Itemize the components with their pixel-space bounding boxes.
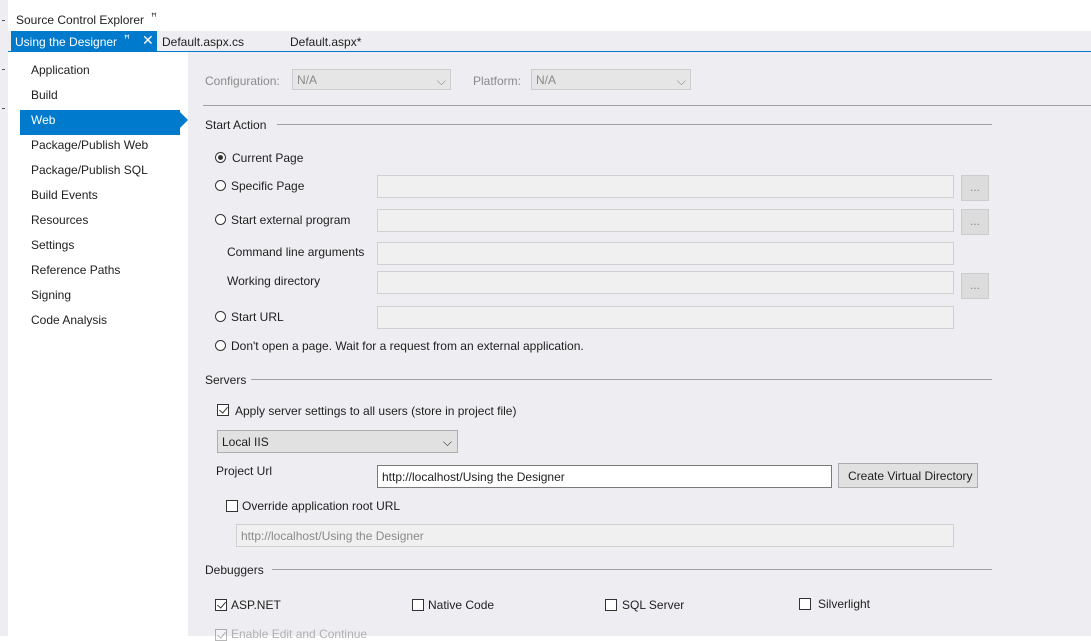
command-line-arguments-label: Command line arguments bbox=[227, 245, 365, 259]
platform-select[interactable]: N/A ⌵ bbox=[531, 69, 691, 90]
edit-continue-checkbox[interactable] bbox=[215, 629, 227, 641]
tab-default-aspx-cs[interactable]: Default.aspx.cs bbox=[162, 35, 244, 49]
rail-mark bbox=[2, 20, 5, 21]
chevron-down-icon: ⌵ bbox=[442, 435, 452, 449]
override-root-url-checkbox[interactable] bbox=[226, 500, 238, 512]
command-line-arguments-input[interactable] bbox=[377, 242, 954, 265]
nav-item-web[interactable]: Web bbox=[20, 110, 188, 135]
aspnet-label[interactable]: ASP.NET bbox=[231, 598, 281, 612]
external-program-browse-button[interactable]: ... bbox=[961, 209, 989, 235]
platform-label: Platform: bbox=[473, 74, 522, 88]
create-virtual-directory-button[interactable]: Create Virtual Directory bbox=[838, 463, 978, 488]
configuration-select[interactable]: N/A ⌵ bbox=[292, 69, 451, 90]
sql-server-label[interactable]: SQL Server bbox=[622, 598, 684, 612]
rail-mark bbox=[2, 108, 5, 109]
specific-page-radio[interactable] bbox=[215, 180, 226, 191]
configuration-label: Configuration: bbox=[205, 74, 280, 88]
silverlight-label[interactable]: Silverlight bbox=[818, 597, 870, 611]
nav-item-build-events[interactable]: Build Events bbox=[20, 185, 188, 210]
start-action-title: Start Action bbox=[205, 118, 267, 132]
specific-page-label[interactable]: Specific Page bbox=[231, 179, 304, 193]
working-directory-input[interactable] bbox=[377, 271, 954, 294]
project-url-label: Project Url bbox=[216, 464, 273, 478]
working-directory-browse-button[interactable]: ... bbox=[961, 273, 989, 299]
nav-item-application[interactable]: Application bbox=[20, 60, 188, 85]
nav-item-code-analysis[interactable]: Code Analysis bbox=[20, 310, 188, 335]
edit-continue-label[interactable]: Enable Edit and Continue bbox=[231, 627, 367, 641]
server-value: Local IIS bbox=[222, 435, 269, 449]
left-rail bbox=[0, 0, 8, 636]
working-directory-label: Working directory bbox=[227, 274, 321, 288]
current-page-radio[interactable] bbox=[215, 152, 226, 163]
apply-server-settings-checkbox[interactable] bbox=[217, 404, 229, 416]
current-page-label[interactable]: Current Page bbox=[232, 151, 303, 165]
tab-default-aspx[interactable]: Default.aspx* bbox=[290, 35, 361, 49]
pin-icon[interactable]: ꟸ bbox=[124, 34, 130, 45]
section-divider bbox=[277, 124, 992, 125]
native-code-label[interactable]: Native Code bbox=[428, 598, 494, 612]
dont-open-page-label[interactable]: Don't open a page. Wait for a request fr… bbox=[231, 339, 584, 353]
sql-server-checkbox[interactable] bbox=[605, 599, 617, 611]
debuggers-title: Debuggers bbox=[205, 563, 264, 577]
rail-mark bbox=[2, 69, 5, 70]
external-program-input[interactable] bbox=[377, 209, 954, 232]
nav-item-settings[interactable]: Settings bbox=[20, 235, 188, 260]
project-url-input[interactable]: http://localhost/Using the Designer bbox=[377, 465, 832, 488]
tab-label: Using the Designer bbox=[15, 35, 118, 49]
nav-item-signing[interactable]: Signing bbox=[20, 285, 188, 310]
apply-server-settings-label[interactable]: Apply server settings to all users (stor… bbox=[235, 404, 516, 418]
override-root-url-label[interactable]: Override application root URL bbox=[242, 499, 400, 513]
chevron-down-icon: ⌵ bbox=[436, 74, 446, 88]
property-page-nav: Application Build Web Package/Publish We… bbox=[20, 60, 188, 335]
nav-item-build[interactable]: Build bbox=[20, 85, 188, 110]
override-root-url-input[interactable]: http://localhost/Using the Designer bbox=[236, 524, 954, 547]
nav-item-reference-paths[interactable]: Reference Paths bbox=[20, 260, 188, 285]
pin-icon[interactable]: ꟸ bbox=[151, 12, 157, 23]
nav-item-resources[interactable]: Resources bbox=[20, 210, 188, 235]
silverlight-checkbox[interactable] bbox=[799, 598, 811, 610]
start-url-input[interactable] bbox=[377, 306, 954, 329]
native-code-checkbox[interactable] bbox=[412, 599, 424, 611]
start-external-program-label[interactable]: Start external program bbox=[231, 213, 350, 227]
section-divider bbox=[272, 569, 992, 570]
source-control-explorer-title[interactable]: Source Control Explorer bbox=[16, 13, 144, 27]
platform-value: N/A bbox=[536, 73, 557, 87]
dont-open-page-radio[interactable] bbox=[215, 340, 226, 351]
start-url-label[interactable]: Start URL bbox=[231, 310, 284, 324]
tab-using-the-designer[interactable]: Using the Designer ꟸ ✕ bbox=[11, 31, 157, 52]
start-external-program-radio[interactable] bbox=[215, 214, 226, 225]
close-icon[interactable]: ✕ bbox=[142, 32, 154, 49]
aspnet-checkbox[interactable] bbox=[215, 599, 227, 611]
specific-page-browse-button[interactable]: ... bbox=[961, 175, 989, 201]
start-url-radio[interactable] bbox=[215, 311, 226, 322]
chevron-down-icon: ⌵ bbox=[676, 74, 686, 88]
server-select[interactable]: Local IIS ⌵ bbox=[217, 430, 458, 453]
specific-page-input[interactable] bbox=[377, 175, 954, 198]
nav-item-package-publish-web[interactable]: Package/Publish Web bbox=[20, 135, 188, 160]
header-divider bbox=[203, 105, 1091, 106]
nav-item-package-publish-sql[interactable]: Package/Publish SQL bbox=[20, 160, 188, 185]
configuration-value: N/A bbox=[297, 73, 318, 87]
section-divider bbox=[251, 379, 992, 380]
servers-title: Servers bbox=[205, 373, 247, 387]
